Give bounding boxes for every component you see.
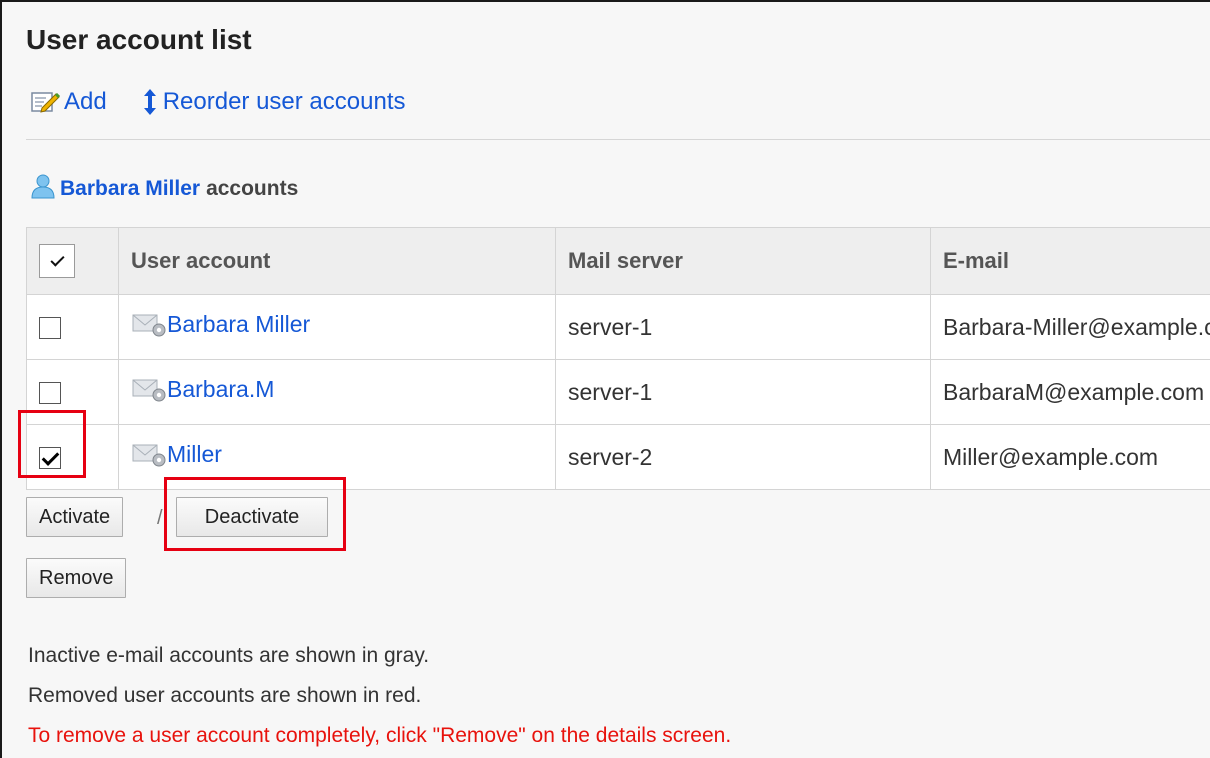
section-suffix: accounts [206,177,299,200]
table-row: Barbara.M server-1 BarbaraM@example.com [26,359,1210,425]
table-row: Miller server-2 Miller@example.com [26,424,1210,490]
reorder-link[interactable]: Reorder user accounts [139,88,406,116]
divider [26,139,1210,140]
deactivate-button[interactable]: Deactivate [176,497,328,537]
user-icon [30,173,56,205]
column-header-user-account[interactable]: User account [118,227,556,295]
note-removed-red: Removed user accounts are shown in red. [28,684,422,707]
email-cell: Barbara-Miller@example.com [930,294,1210,360]
toolbar: Add Reorder user accounts [28,86,406,118]
account-cell: Miller [118,424,556,490]
account-cell: Barbara Miller [118,294,556,360]
server-cell: server-1 [555,359,931,425]
row-select-cell [26,424,119,490]
row-checkbox-checked[interactable] [39,447,61,470]
row-checkbox[interactable] [39,382,61,405]
row-select-cell [26,294,119,360]
note-remove-warning: To remove a user account completely, cli… [28,724,732,747]
row-select-cell [26,359,119,425]
server-cell: server-2 [555,424,931,490]
notes: Inactive e-mail accounts are shown in gr… [28,636,731,756]
add-link[interactable]: Add [28,88,107,116]
column-header-email: E-mail [930,227,1210,295]
account-name: Miller [167,440,222,467]
row-checkbox[interactable] [39,317,61,340]
owner-name-link[interactable]: Barbara Miller [60,177,200,201]
mail-account-icon [131,376,167,402]
section-heading: Barbara Miller accounts [30,174,298,204]
add-label: Add [64,88,107,115]
account-name: Barbara Miller [167,310,311,337]
note-inactive-gray: Inactive e-mail accounts are shown in gr… [28,644,430,667]
account-cell: Barbara.M [118,359,556,425]
column-header-mail-server: Mail server [555,227,931,295]
page-title: User account list [26,24,252,55]
action-separator: / [157,507,163,529]
select-all-cell [26,227,119,295]
reorder-label: Reorder user accounts [162,88,406,115]
table-header-row: User account Mail server E-mail [26,227,1210,295]
mail-account-icon [131,311,167,337]
email-cell: Miller@example.com [930,424,1210,490]
account-name: Barbara.M [167,375,275,402]
reorder-arrows-icon [139,88,161,116]
account-link[interactable]: Barbara Miller [131,311,310,338]
activate-button[interactable]: Activate [26,497,124,537]
table-row: Barbara Miller server-1 Barbara-Miller@e… [26,294,1210,360]
email-cell: BarbaraM@example.com [930,359,1210,425]
mail-account-icon [131,441,167,467]
remove-button[interactable]: Remove [26,558,127,598]
account-link[interactable]: Barbara.M [131,376,274,403]
account-link[interactable]: Miller [131,441,222,468]
select-all-checkbox[interactable] [39,244,75,278]
edit-icon [28,90,62,114]
server-cell: server-1 [555,294,931,360]
accounts-table: User account Mail server E-mail Barbara … [26,227,1210,490]
page-frame: User account list Add Reorder user accou… [0,0,1210,758]
